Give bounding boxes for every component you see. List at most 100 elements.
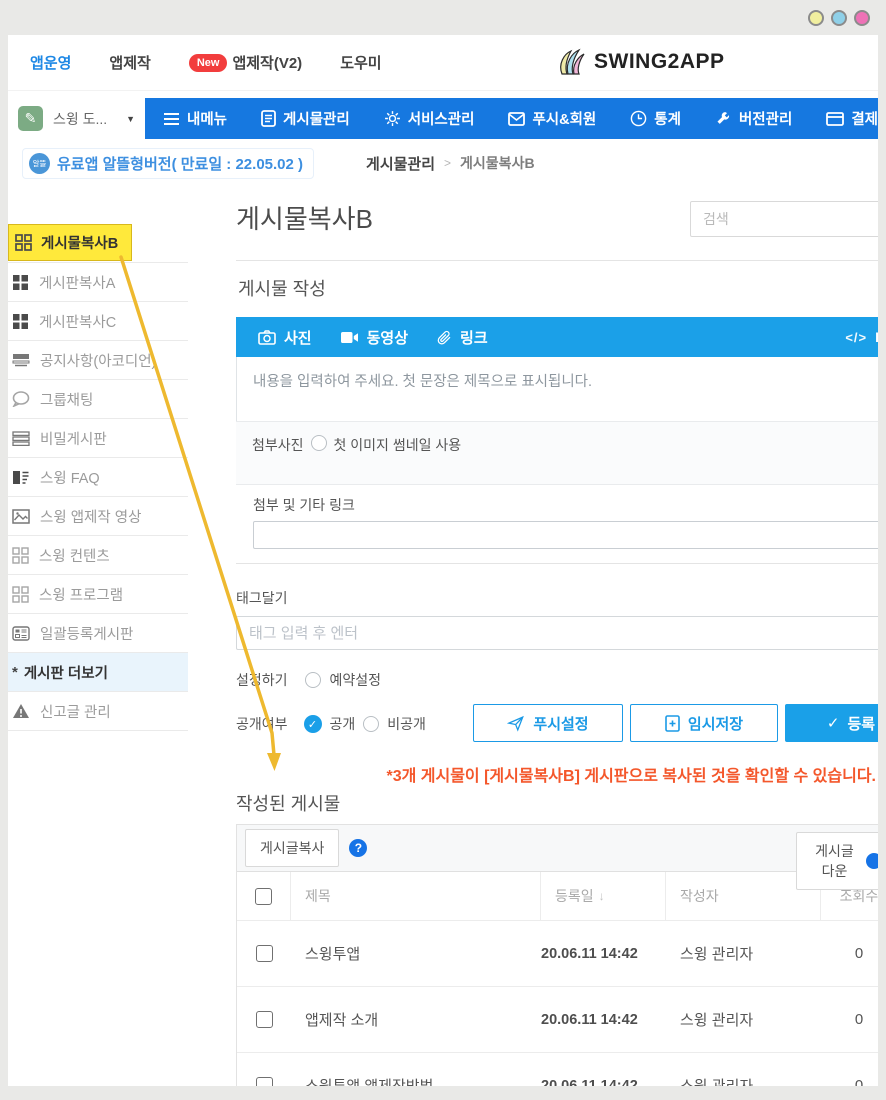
- sidebar-item-more-boards[interactable]: * 게시판 더보기: [8, 653, 188, 692]
- sidebar-item-group-chat[interactable]: 그룹채팅: [8, 380, 188, 419]
- asterisk-icon: *: [12, 664, 18, 681]
- table-row[interactable]: 스윙투앱 앱제작방법 20.06.11 14:42 스윙 관리자 0: [237, 1052, 878, 1086]
- video-button[interactable]: 동영상: [340, 327, 408, 348]
- sidebar-item-report-management[interactable]: 신고글 관리: [8, 692, 188, 731]
- search-input[interactable]: [690, 201, 878, 237]
- sidebar-item-label: 공지사항(아코디언): [40, 350, 156, 371]
- post-title[interactable]: 스윙투앱: [291, 943, 541, 964]
- sidebar-item-board-copy-a[interactable]: 게시판복사A: [8, 263, 188, 302]
- public-checked-icon[interactable]: ✓: [304, 715, 322, 733]
- app-selector-label: 스윙 도...: [53, 109, 107, 129]
- wrench-icon: [715, 110, 732, 127]
- post-author: 스윙 관리자: [666, 1009, 821, 1030]
- sidebar-item-app-videos[interactable]: 스윙 앱제작 영상: [8, 497, 188, 536]
- plan-badge: 알뜰: [29, 153, 50, 174]
- row-checkbox[interactable]: [256, 1011, 273, 1028]
- posts-toolbar: 게시글복사 ? 게시글다운: [237, 825, 878, 872]
- faq-icon: [12, 470, 30, 485]
- window-dot-blue[interactable]: [831, 10, 847, 26]
- nav-app-create[interactable]: 앱제작: [109, 52, 150, 73]
- compose-section-title: 게시물 작성: [238, 275, 878, 301]
- help-icon[interactable]: ?: [349, 839, 367, 857]
- sidebar-item-swing-contents[interactable]: 스윙 컨텐츠: [8, 536, 188, 575]
- row-checkbox[interactable]: [256, 945, 273, 962]
- camera-icon: [258, 330, 276, 345]
- swing2app-logo[interactable]: SWING2APP: [556, 48, 725, 76]
- html-mode-button[interactable]: </> HTML: [845, 329, 878, 345]
- attach-link-input[interactable]: [253, 521, 878, 549]
- table-row[interactable]: 스윙투앱 20.06.11 14:42 스윙 관리자 0: [237, 920, 878, 986]
- window-dot-pink[interactable]: [854, 10, 870, 26]
- sidebar-item-post-copy-b[interactable]: 게시물복사B: [8, 224, 132, 261]
- file-plus-icon: [665, 715, 680, 732]
- navbar-item-post-management[interactable]: 게시물관리: [261, 108, 350, 129]
- tag-input[interactable]: [236, 616, 878, 650]
- post-title[interactable]: 앱제작 소개: [291, 1009, 541, 1030]
- post-views: 0: [821, 1077, 878, 1086]
- breadcrumb: 게시물관리 > 게시물복사B: [366, 153, 535, 174]
- download-posts-button[interactable]: 게시글다운: [796, 832, 878, 890]
- video-icon: [340, 331, 359, 344]
- download-posts-label: 게시글다운: [811, 841, 858, 881]
- navbar-item-label: 결제: [851, 108, 878, 129]
- navbar-item-service-management[interactable]: 서비스관리: [384, 108, 475, 129]
- navbar-item-version-management[interactable]: 버전관리: [715, 108, 792, 129]
- app-header: 앱운영 앱제작 New 앱제작(V2) 도우미 SWING2APP: [8, 35, 878, 91]
- new-badge: New: [189, 54, 228, 72]
- nav-app-create-v2[interactable]: New 앱제작(V2): [189, 52, 302, 73]
- post-author: 스윙 관리자: [666, 943, 821, 964]
- link-button[interactable]: 링크: [436, 327, 488, 348]
- batch-icon: [12, 626, 30, 641]
- plan-info[interactable]: 알뜰 유료앱 알뜰형버전( 만료일 : 22.05.02 ): [22, 148, 314, 179]
- posts-table-header: 제목 등록일 ↓ 작성자 조회수: [237, 872, 878, 920]
- table-row[interactable]: 앱제작 소개 20.06.11 14:42 스윙 관리자 0: [237, 986, 878, 1052]
- posts-section-title: 작성된 게시물: [236, 790, 878, 816]
- sidebar-item-secret-board[interactable]: 비밀게시판: [8, 419, 188, 458]
- post-author: 스윙 관리자: [666, 1075, 821, 1086]
- copy-posts-button[interactable]: 게시글복사: [245, 829, 339, 867]
- settings-row: 설정하기 예약설정: [236, 670, 878, 690]
- nav-helper[interactable]: 도우미: [340, 52, 381, 73]
- tag-label: 태그달기: [236, 588, 878, 608]
- sidebar-item-notice-accordion[interactable]: 공지사항(아코디언): [8, 341, 188, 380]
- sidebar-item-board-copy-c[interactable]: 게시판복사C: [8, 302, 188, 341]
- row-checkbox[interactable]: [256, 1077, 273, 1086]
- schedule-radio[interactable]: [305, 672, 321, 688]
- submit-button[interactable]: ✓ 등록: [785, 704, 878, 742]
- sidebar-item-label: 게시판복사A: [39, 272, 115, 293]
- navbar-item-push-members[interactable]: 푸시&회원: [508, 108, 596, 129]
- link-button-label: 링크: [460, 327, 488, 348]
- visibility-row: 공개여부 ✓ 공개 비공개 푸시설정 임시저장 ✓ 등록: [236, 704, 878, 744]
- col-title[interactable]: 제목: [291, 872, 541, 920]
- navbar-item-payment[interactable]: 결제: [826, 108, 878, 129]
- private-radio[interactable]: [363, 716, 379, 732]
- push-settings-button[interactable]: 푸시설정: [473, 704, 623, 742]
- app-selector-dropdown[interactable]: ✎ 스윙 도... ▼: [8, 98, 145, 139]
- post-date: 20.06.11 14:42: [541, 1012, 666, 1028]
- navbar-item-my-menu[interactable]: 내메뉴: [163, 108, 227, 129]
- save-draft-button[interactable]: 임시저장: [630, 704, 778, 742]
- sidebar-item-swing-faq[interactable]: 스윙 FAQ: [8, 458, 188, 497]
- sidebar-item-label: 스윙 앱제작 영상: [40, 506, 141, 527]
- mail-icon: [508, 112, 525, 126]
- nav-app-operate[interactable]: 앱운영: [30, 52, 71, 73]
- thumbnail-radio[interactable]: [311, 435, 327, 451]
- select-all-checkbox[interactable]: [255, 888, 272, 905]
- sidebar-row: 게시물복사B: [8, 223, 188, 263]
- sidebar-item-batch-board[interactable]: 일괄등록게시판: [8, 614, 188, 653]
- card-icon: [826, 112, 844, 126]
- sidebar-item-label: 그룹채팅: [40, 389, 93, 410]
- sidebar-item-label: 스윙 프로그램: [39, 584, 123, 605]
- sidebar-item-swing-program[interactable]: 스윙 프로그램: [8, 575, 188, 614]
- photo-button[interactable]: 사진: [258, 327, 312, 348]
- breadcrumb-section[interactable]: 게시물관리: [366, 153, 435, 174]
- post-title[interactable]: 스윙투앱 앱제작방법: [291, 1075, 541, 1086]
- window-dot-yellow[interactable]: [808, 10, 824, 26]
- post-content-editor[interactable]: 내용을 입력하여 주세요. 첫 문장은 제목으로 표시됩니다.: [236, 357, 878, 421]
- col-date[interactable]: 등록일 ↓: [541, 872, 666, 920]
- navbar-item-statistics[interactable]: 통계: [630, 108, 681, 129]
- sort-desc-icon: ↓: [599, 889, 605, 903]
- submit-label: 등록: [847, 713, 875, 734]
- logo-text: SWING2APP: [594, 50, 725, 74]
- list-icon: [12, 431, 30, 446]
